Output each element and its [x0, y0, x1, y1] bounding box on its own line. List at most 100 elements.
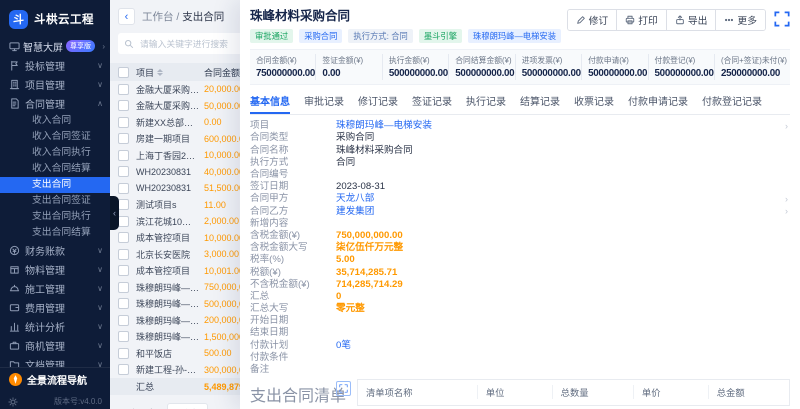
--button[interactable]: 打印 — [616, 10, 666, 30]
sidebar-item-finance[interactable]: 财务账款∨ — [0, 241, 110, 260]
field-value: 珠峰材料采购合同 — [336, 146, 413, 156]
chevron-down-icon: ∨ — [97, 303, 103, 312]
row-checkbox[interactable] — [118, 117, 129, 128]
action-label: 打印 — [638, 13, 658, 27]
status-tag: 墨斗引擎 — [419, 29, 462, 43]
row-checkbox[interactable] — [118, 364, 129, 375]
tab--[interactable]: 付款登记记录 — [702, 89, 762, 114]
sidebar-item-contract-[interactable]: 收入合同结算 — [0, 161, 110, 177]
field-row: 合同名称珠峰材料采购合同 — [250, 144, 790, 156]
field-row: 合同类型采购合同 — [250, 132, 790, 144]
summary-card: (合同+签证)未付(¥)250000000.00 — [714, 54, 790, 80]
row-checkbox[interactable] — [118, 265, 129, 276]
sidebar-item-process-navigation[interactable]: 全景流程导航 — [0, 367, 110, 391]
field-value[interactable]: 珠穆朗玛峰—电梯安装 — [336, 121, 432, 131]
sidebar-collapse-handle[interactable]: ‹ — [110, 196, 119, 230]
tab--[interactable]: 结算记录 — [520, 89, 560, 114]
search-input[interactable] — [138, 38, 242, 50]
--button[interactable]: 修订 — [568, 10, 617, 30]
row-checkbox[interactable] — [118, 100, 129, 111]
sidebar-item-contract-[interactable]: 收入合同执行 — [0, 145, 110, 161]
field-row: 付款条件 — [250, 352, 790, 364]
summary-label: 付款申请(¥) — [588, 55, 641, 66]
fullscreen-icon[interactable] — [774, 11, 790, 27]
chevron-down-icon: ∨ — [97, 80, 103, 89]
row-checkbox[interactable] — [118, 166, 129, 177]
sidebar-item-construction[interactable]: 施工管理∨ — [0, 279, 110, 298]
row-checkbox[interactable] — [118, 84, 129, 95]
sidebar-item-contract-[interactable]: 收入合同 — [0, 113, 110, 129]
action-label: 修订 — [589, 13, 609, 27]
tab--[interactable]: 审批记录 — [304, 89, 344, 114]
sidebar-item-project[interactable]: 项目管理∨ — [0, 75, 110, 94]
field-row: 汇总0 — [250, 291, 790, 303]
sidebar-item-label: 统计分析 — [25, 319, 92, 334]
field-row: 汇总大写零元整 — [250, 303, 790, 315]
chevron-down-icon: ∨ — [97, 246, 103, 255]
sidebar-item-expense[interactable]: 费用管理∨ — [0, 298, 110, 317]
tab--[interactable]: 修订记录 — [358, 89, 398, 114]
sidebar-item-contract-[interactable]: 支出合同签证 — [0, 193, 110, 209]
sort-icon[interactable] — [157, 68, 164, 77]
row-contract-amount: 10,001.00 — [204, 266, 244, 276]
row-checkbox[interactable] — [118, 348, 129, 359]
column-header-project[interactable]: 项目 — [136, 66, 154, 79]
tab--[interactable]: 收票记录 — [574, 89, 614, 114]
more-icon — [724, 15, 734, 25]
action-label: 导出 — [688, 13, 708, 27]
sidebar-item-contract-[interactable]: 支出合同执行 — [0, 209, 110, 225]
sidebar-item-business[interactable]: 商机管理∨ — [0, 336, 110, 355]
select-all-checkbox[interactable] — [118, 67, 129, 78]
row-checkbox[interactable] — [118, 232, 129, 243]
field-value: 0 — [336, 292, 341, 302]
sidebar-item-contract-[interactable]: 支出合同 — [0, 177, 110, 193]
tab--[interactable]: 付款申请记录 — [628, 89, 688, 114]
field-value: 5.00 — [336, 255, 355, 265]
field-value[interactable]: 天龙八部 — [336, 194, 374, 204]
chevron-right-icon[interactable]: › — [785, 207, 788, 216]
summary-label: 执行金额(¥) — [389, 55, 442, 66]
field-value: 采购合同 — [336, 133, 374, 143]
chevron-down-icon: ∨ — [97, 265, 103, 274]
summary-card: 进项发票(¥)500000000.00 — [515, 54, 581, 80]
breadcrumb-parent[interactable]: 工作台 — [142, 11, 174, 23]
row-checkbox[interactable] — [118, 216, 129, 227]
row-checkbox[interactable] — [118, 315, 129, 326]
sidebar-item-contract[interactable]: 合同管理∧ — [0, 94, 110, 113]
field-row: 签订日期2023-08-31 — [250, 181, 790, 193]
row-checkbox[interactable] — [118, 282, 129, 293]
field-value[interactable]: 建发集团 — [336, 207, 374, 217]
summary-value: 500000000.00 — [588, 68, 641, 79]
field-value[interactable]: 0笔 — [336, 341, 351, 351]
row-contract-amount: 51,500.00 — [204, 183, 244, 193]
field-value: 714,285,714.29 — [336, 280, 403, 290]
row-checkbox[interactable] — [118, 199, 129, 210]
row-checkbox[interactable] — [118, 150, 129, 161]
tab--[interactable]: 基本信息 — [250, 89, 290, 114]
sidebar-item-stats[interactable]: 统计分析∨ — [0, 317, 110, 336]
sidebar-item-material[interactable]: 物料管理∨ — [0, 260, 110, 279]
delete-button[interactable]: 删除 — [167, 403, 208, 409]
row-checkbox[interactable] — [118, 331, 129, 342]
chevron-right-icon[interactable]: › — [785, 122, 788, 131]
sidebar-item-contract-[interactable]: 收入合同签证 — [0, 129, 110, 145]
tab--[interactable]: 执行记录 — [466, 89, 506, 114]
row-checkbox[interactable] — [118, 183, 129, 194]
summary-value: 500000000.00 — [655, 68, 708, 79]
row-project-name: 新建工程-孙-测试 — [136, 363, 200, 376]
gear-icon[interactable] — [8, 397, 18, 407]
row-checkbox[interactable] — [118, 133, 129, 144]
chevron-right-icon[interactable]: › — [785, 195, 788, 204]
row-checkbox[interactable] — [118, 249, 129, 260]
sidebar-item-contract-[interactable]: 支出合同结算 — [0, 225, 110, 241]
back-button[interactable]: ‹ — [118, 8, 135, 25]
tab--[interactable]: 签证记录 — [412, 89, 452, 114]
sidebar-item-tender[interactable]: 投标管理∨ — [0, 56, 110, 75]
sidebar-item-smart-screen[interactable]: 智慧大屏 尊享版 › — [0, 36, 110, 56]
fullscreen-icon[interactable] — [336, 381, 351, 396]
--button[interactable]: 更多 — [715, 10, 765, 30]
--button[interactable]: 导出 — [666, 10, 716, 30]
row-checkbox[interactable] — [118, 298, 129, 309]
summary-value: 500000000.00 — [455, 68, 508, 79]
row-project-name: 珠穆朗玛峰—电梯安装 — [136, 281, 200, 294]
